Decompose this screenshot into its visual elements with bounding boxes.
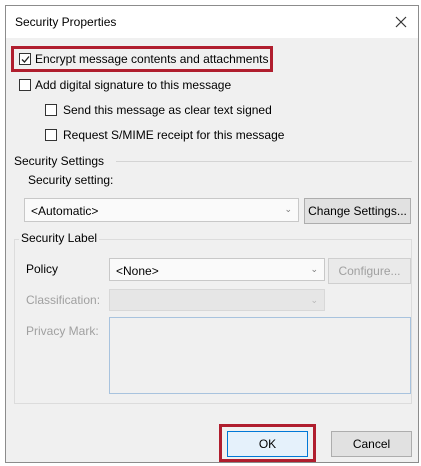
classification-label: Classification: <box>26 293 101 307</box>
chevron-down-icon: ⌄ <box>310 264 318 274</box>
title-bar: Security Properties <box>6 6 418 38</box>
clear-text-checkbox[interactable] <box>45 104 57 116</box>
security-setting-dropdown[interactable]: <Automatic> ⌄ <box>24 198 299 222</box>
security-setting-label: Security setting: <box>28 173 114 187</box>
change-settings-button[interactable]: Change Settings... <box>304 198 411 224</box>
close-icon <box>395 16 407 28</box>
digital-signature-label: Add digital signature to this message <box>35 78 232 92</box>
smime-receipt-label: Request S/MIME receipt for this message <box>63 128 285 142</box>
digital-signature-checkbox[interactable] <box>19 79 31 91</box>
classification-dropdown[interactable]: ⌄ <box>109 289 325 311</box>
security-settings-divider <box>116 161 412 162</box>
security-setting-value: <Automatic> <box>31 204 99 218</box>
encrypt-checkbox[interactable] <box>19 53 31 65</box>
policy-dropdown[interactable]: <None> ⌄ <box>109 258 325 281</box>
clear-text-label: Send this message as clear text signed <box>63 103 272 117</box>
cancel-button[interactable]: Cancel <box>331 431 412 457</box>
configure-button[interactable]: Configure... <box>328 258 411 284</box>
encrypt-label: Encrypt message contents and attachments <box>35 52 269 66</box>
privacy-mark-label: Privacy Mark: <box>26 324 99 338</box>
security-settings-heading: Security Settings <box>14 154 105 168</box>
ok-button[interactable]: OK <box>227 431 308 457</box>
policy-label: Policy <box>26 262 59 276</box>
checkmark-icon <box>21 56 30 63</box>
security-properties-dialog: Security Properties Encrypt message cont… <box>5 5 419 463</box>
chevron-down-icon: ⌄ <box>284 204 292 214</box>
dialog-title: Security Properties <box>15 15 117 29</box>
policy-value: <None> <box>116 264 159 278</box>
smime-receipt-checkbox[interactable] <box>45 129 57 141</box>
privacy-mark-textarea[interactable] <box>109 317 411 394</box>
chevron-down-icon: ⌄ <box>310 295 318 305</box>
close-button[interactable] <box>390 11 412 33</box>
security-label-heading: Security Label <box>19 231 100 245</box>
